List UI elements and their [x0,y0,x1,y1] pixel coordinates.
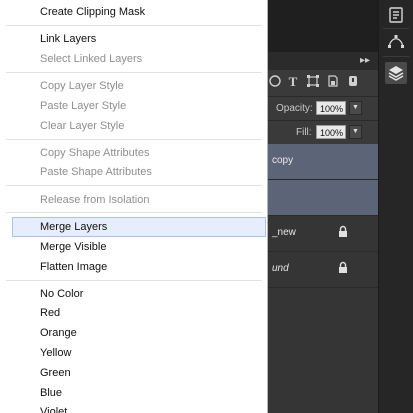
layer-context-menu: Create Clipping Mask Link Layers Select … [0,0,268,413]
menu-item-copy-layer-style[interactable]: Copy Layer Style [40,77,124,96]
layer-row[interactable]: _new [268,216,378,252]
menu-item-paste-layer-style[interactable]: Paste Layer Style [40,97,126,116]
paths-panel-icon[interactable] [385,30,407,52]
menu-item-link-layers[interactable]: Link Layers [40,30,96,49]
menu-item-select-linked-layers[interactable]: Select Linked Layers [40,50,142,69]
menu-item-release-from-isolation[interactable]: Release from Isolation [40,191,149,210]
tool-divider [383,56,409,57]
layer-name: _new [272,227,296,238]
menu-item-orange[interactable]: Orange [40,324,77,343]
type-filter-icon[interactable]: T [286,74,300,90]
menu-item-red[interactable]: Red [40,304,60,323]
menu-separator [6,25,262,26]
menu-item-merge-layers[interactable]: Merge Layers [40,218,107,237]
menu-separator [6,185,262,186]
layer-row[interactable] [268,180,378,216]
panel-dock-strip [378,0,413,413]
smart-object-filter-icon[interactable] [326,74,340,90]
menu-separator [6,280,262,281]
menu-item-no-color[interactable]: No Color [40,285,83,304]
menu-item-clear-layer-style[interactable]: Clear Layer Style [40,117,124,136]
menu-separator [6,72,262,73]
menu-separator [6,212,262,213]
menu-item-paste-shape-attributes[interactable]: Paste Shape Attributes [40,163,152,182]
opacity-field[interactable]: 100% [316,101,346,115]
menu-item-yellow[interactable]: Yellow [40,344,71,363]
layers-panel-icon[interactable] [385,62,407,84]
menu-item-create-clipping-mask[interactable]: Create Clipping Mask [40,3,145,22]
menu-item-blue[interactable]: Blue [40,384,62,403]
fill-dropdown-icon[interactable]: ▼ [349,125,362,139]
tool-divider [383,28,409,29]
lock-icon [338,225,348,239]
filter-toggle-icon[interactable] [346,74,360,90]
opacity-row: Opacity: 100% ▼ [268,96,378,121]
lock-icon [338,261,348,275]
fill-field[interactable]: 100% [316,125,346,139]
circle-icon[interactable] [268,74,282,90]
menu-item-merge-visible[interactable]: Merge Visible [40,238,106,257]
menu-item-violet[interactable]: Violet [40,403,67,413]
layer-name: und [272,263,289,274]
double-chevron-right-icon[interactable]: ▸▸ [360,55,370,67]
menu-item-copy-shape-attributes[interactable]: Copy Shape Attributes [40,144,149,163]
layer-filter-bar: T [268,70,378,96]
fill-label: Fill: [296,127,312,138]
panel-tab-bar: ▸▸ [268,52,378,71]
layer-row[interactable]: copy [268,144,378,180]
menu-separator [6,139,262,140]
opacity-label: Opacity: [276,103,313,114]
layer-name: copy [272,155,294,166]
fill-row: Fill: 100% ▼ [268,120,378,145]
opacity-dropdown-icon[interactable]: ▼ [349,101,362,115]
shape-filter-icon[interactable] [306,74,320,90]
menu-item-flatten-image[interactable]: Flatten Image [40,258,107,277]
layers-panel: ▸▸ T Opacity: 100% ▼ Fill: 100% ▼ copy _… [268,52,378,413]
layer-row[interactable]: und [268,252,378,288]
menu-item-green[interactable]: Green [40,364,71,383]
info-panel-icon[interactable] [385,4,407,26]
document-area-top [268,0,378,53]
